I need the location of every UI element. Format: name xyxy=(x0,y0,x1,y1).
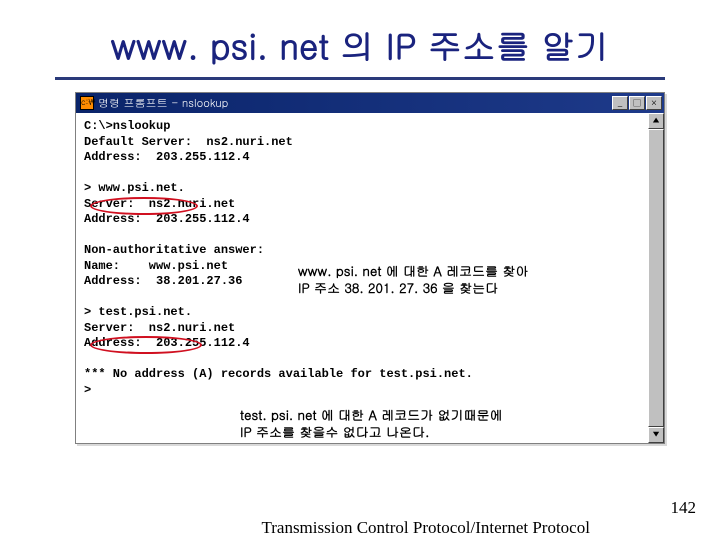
scroll-down-button[interactable]: ▼ xyxy=(648,427,664,443)
footer-text: Transmission Control Protocol/Internet P… xyxy=(261,518,590,538)
scrollbar[interactable]: ▲ ▼ xyxy=(648,113,664,443)
annotation-text-1: www. psi. net 에 대한 A 레코드를 찾아 IP 주소 38. 2… xyxy=(298,262,628,296)
annotation-1-line-2: IP 주소 38. 201. 27. 36 을 찾는다 xyxy=(298,278,498,297)
close-button[interactable]: × xyxy=(646,96,662,110)
terminal-window: c:\ 명령 프롬프트 - nslookup _ □ × C:\>nslooku… xyxy=(75,92,665,444)
page-number: 142 xyxy=(671,498,697,518)
window-title: 명령 프롬프트 - nslookup xyxy=(98,96,228,111)
window-controls: _ □ × xyxy=(612,96,662,110)
slide-title: www. psi. net 의 IP 주소를 알기 xyxy=(0,0,720,77)
window-titlebar: c:\ 명령 프롬프트 - nslookup _ □ × xyxy=(76,93,664,113)
terminal-body: C:\>nslookup Default Server: ns2.nuri.ne… xyxy=(76,113,664,443)
minimize-button[interactable]: _ xyxy=(612,96,628,110)
terminal-output: C:\>nslookup Default Server: ns2.nuri.ne… xyxy=(76,113,648,402)
app-icon: c:\ xyxy=(80,96,94,110)
annotation-2-line-2: IP 주소를 찾을수 없다고 나온다. xyxy=(240,422,429,441)
scroll-thumb[interactable] xyxy=(648,129,664,427)
title-underline xyxy=(55,77,665,80)
maximize-button[interactable]: □ xyxy=(629,96,645,110)
annotation-text-2: test. psi. net 에 대한 A 레코드가 없기때문에 IP 주소를 … xyxy=(240,406,600,440)
scroll-up-button[interactable]: ▲ xyxy=(648,113,664,129)
